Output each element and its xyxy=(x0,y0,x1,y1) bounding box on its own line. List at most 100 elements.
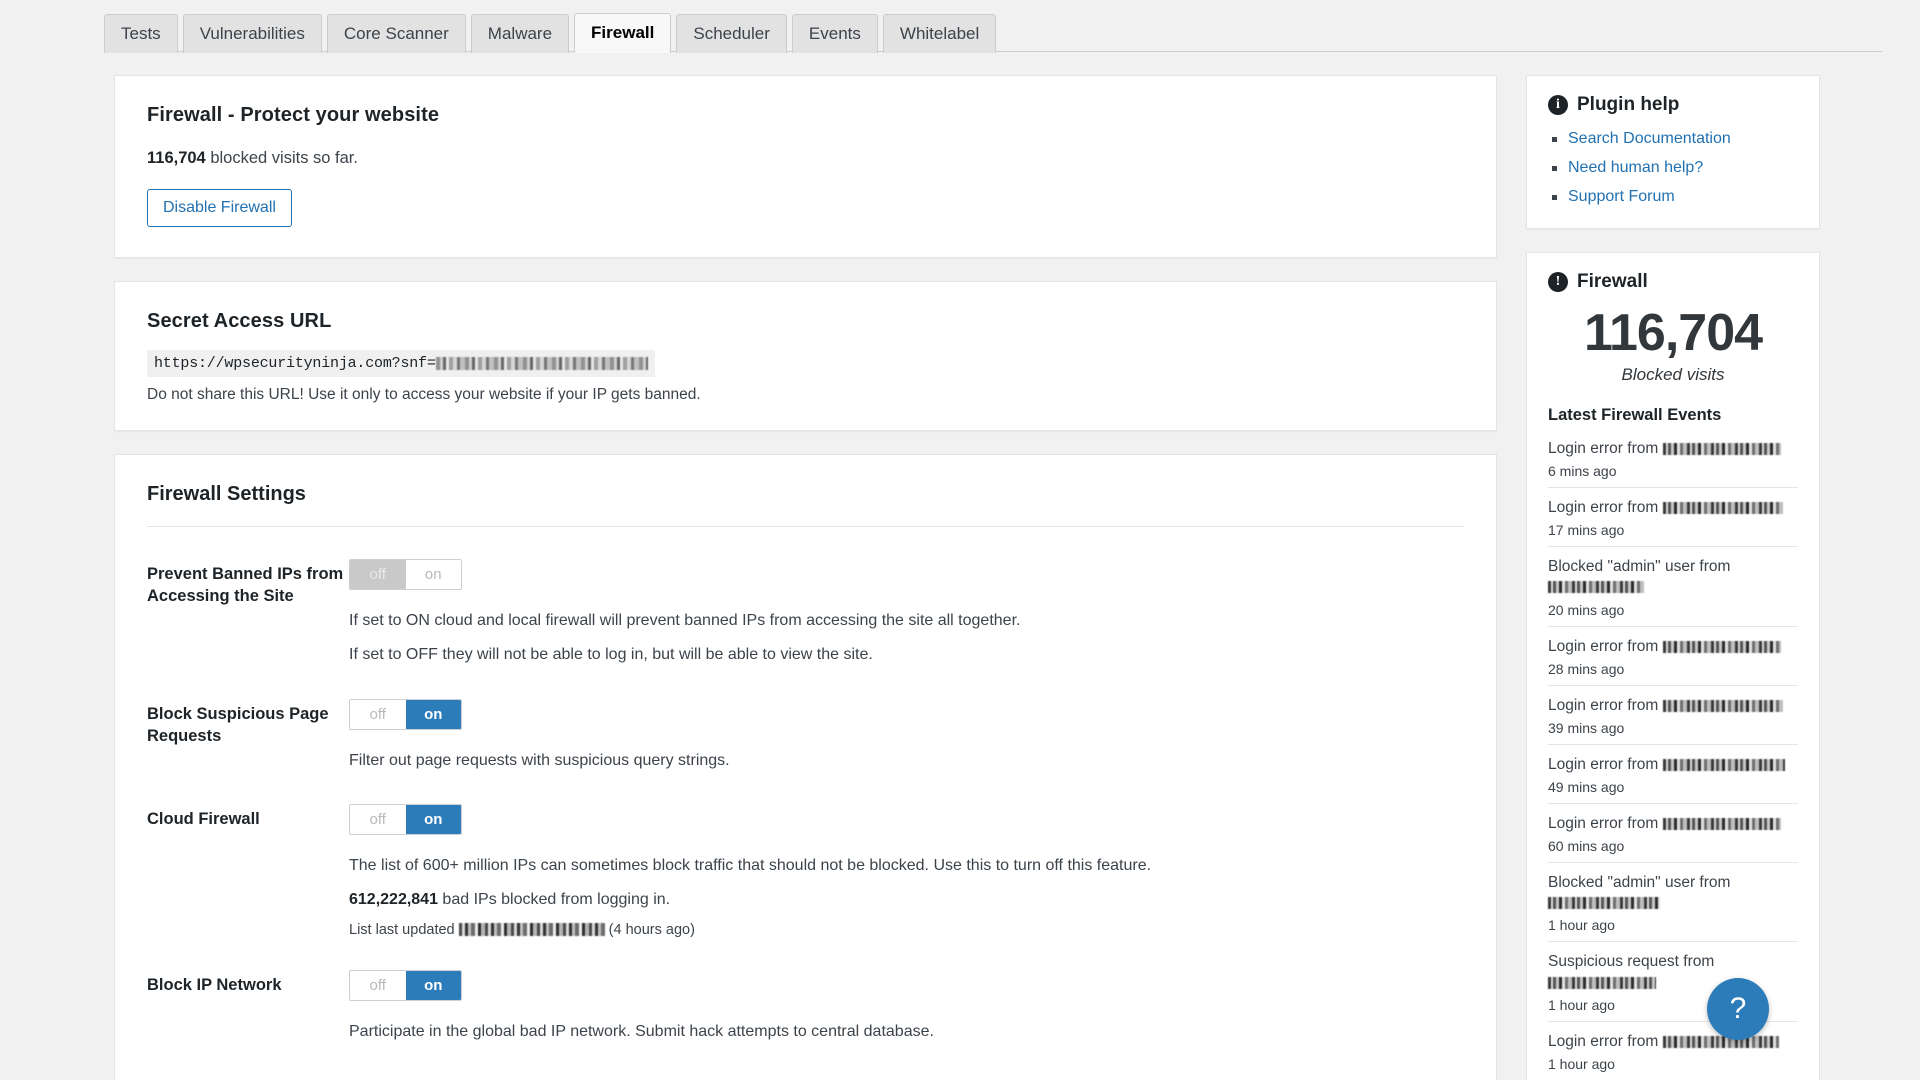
plugin-help-header: i Plugin help xyxy=(1548,94,1798,116)
plugin-help-links: Search Documentation Need human help? Supp… xyxy=(1548,130,1798,206)
bad-ip-count-line: 612,222,841 bad IPs blocked from logging… xyxy=(349,888,1464,911)
setting-description: Participate in the global bad IP network… xyxy=(349,1020,1464,1043)
plugin-help-panel: i Plugin help Search Documentation Need h… xyxy=(1526,75,1820,229)
setting-row: Cloud FirewalloffonThe list of 600+ mill… xyxy=(147,772,1464,938)
firewall-event-prefix: Login error from xyxy=(1548,697,1663,714)
toggle-on-side[interactable]: on xyxy=(406,560,462,589)
tab-whitelabel[interactable]: Whitelabel xyxy=(883,14,996,53)
list-last-updated-suffix: (4 hours ago) xyxy=(605,922,695,938)
setting-row: Prevent Banned IPs from Accessing the Si… xyxy=(147,527,1464,666)
secret-url-prefix: https://wpsecurityninja.com?snf= xyxy=(154,355,436,372)
setting-toggle[interactable]: offon xyxy=(349,970,462,1001)
list-last-updated-prefix: List last updated xyxy=(349,922,459,938)
plugin-help-link[interactable]: Search Documentation xyxy=(1568,130,1731,147)
firewall-event-item: Login error from 28 mins ago xyxy=(1548,627,1798,686)
setting-row-countries: Block visits from these countriesChoose … xyxy=(147,1043,1464,1080)
firewall-event-ip-redacted xyxy=(1663,641,1781,653)
firewall-settings-title: Firewall Settings xyxy=(147,483,1464,506)
firewall-settings-panel: Firewall Settings Prevent Banned IPs fro… xyxy=(114,454,1497,1080)
settings-rows: Prevent Banned IPs from Accessing the Si… xyxy=(147,527,1464,1080)
firewall-event-item: Login error from 49 mins ago xyxy=(1548,745,1798,804)
setting-row: Block Suspicious Page Requestsoffon Filte… xyxy=(147,667,1464,772)
setting-body: offon The list of 600+ million IPs can so… xyxy=(349,804,1464,938)
firewall-event-text: Login error from xyxy=(1548,637,1798,657)
plugin-help-title: Plugin help xyxy=(1577,94,1679,116)
secret-url-redacted xyxy=(436,357,648,370)
setting-description: Filter out page requests with suspicious… xyxy=(349,749,1464,772)
tab-firewall[interactable]: Firewall xyxy=(574,13,671,53)
plugin-help-link[interactable]: Support Forum xyxy=(1568,188,1675,205)
setting-toggle[interactable]: offon xyxy=(349,804,462,835)
page-title: Firewall - Protect your website xyxy=(147,104,1464,127)
secret-url-title: Secret Access URL xyxy=(147,310,1464,333)
firewall-event-prefix: Login error from xyxy=(1548,499,1663,516)
tab-tests[interactable]: Tests xyxy=(104,14,178,53)
firewall-event-item: Blocked "admin" user from 1 hour ago xyxy=(1548,863,1798,942)
firewall-event-ip-redacted xyxy=(1663,759,1785,771)
firewall-event-time: 17 mins ago xyxy=(1548,522,1798,538)
setting-toggle[interactable]: offon xyxy=(349,699,462,730)
sidebar-column: i Plugin help Search Documentation Need h… xyxy=(1526,75,1820,1080)
firewall-event-ip-redacted xyxy=(1548,897,1660,909)
firewall-event-prefix: Blocked "admin" user from xyxy=(1548,558,1730,575)
setting-label: Block IP Network xyxy=(147,970,349,996)
firewall-event-ip-redacted xyxy=(1663,502,1783,514)
firewall-event-text: Login error from xyxy=(1548,1032,1798,1052)
tab-core-scanner[interactable]: Core Scanner xyxy=(327,14,466,53)
help-fab-button[interactable]: ? xyxy=(1707,978,1769,1040)
toggle-off-side[interactable]: off xyxy=(350,560,406,589)
plugin-help-item: Support Forum xyxy=(1552,188,1798,206)
setting-body: offon Filter out page requests with suspi… xyxy=(349,699,1464,772)
firewall-event-item: Login error from 60 mins ago xyxy=(1548,804,1798,863)
firewall-event-text: Login error from xyxy=(1548,755,1798,775)
firewall-event-ip-redacted xyxy=(1663,818,1781,830)
tab-scheduler[interactable]: Scheduler xyxy=(676,14,787,53)
setting-label: Prevent Banned IPs from Accessing the Si… xyxy=(147,559,349,608)
setting-description: The list of 600+ million IPs can sometim… xyxy=(349,854,1464,877)
firewall-event-text: Login error from xyxy=(1548,814,1798,834)
secret-url-note: Do not share this URL! Use it only to ac… xyxy=(147,386,1464,404)
firewall-events-list: Login error from 6 mins agoLogin error f… xyxy=(1548,429,1798,1080)
firewall-protect-panel: Firewall - Protect your website 116,704 … xyxy=(114,75,1497,258)
firewall-event-prefix: Login error from xyxy=(1548,815,1663,832)
firewall-event-ip-redacted xyxy=(1548,977,1656,989)
plugin-help-link[interactable]: Need human help? xyxy=(1568,159,1703,176)
tab-malware[interactable]: Malware xyxy=(471,14,569,53)
firewall-event-prefix: Login error from xyxy=(1548,1033,1663,1050)
setting-body: offon If set to ON cloud and local firewa… xyxy=(349,559,1464,666)
toggle-off-side[interactable]: off xyxy=(350,971,406,1000)
setting-description: If set to OFF they will not be able to l… xyxy=(349,643,1464,666)
alert-icon: ! xyxy=(1548,272,1568,292)
firewall-event-time: 39 mins ago xyxy=(1548,720,1798,736)
list-last-updated: List last updated (4 hours ago) xyxy=(349,922,1464,938)
toggle-on-side[interactable]: on xyxy=(406,700,462,729)
firewall-event-time: 20 mins ago xyxy=(1548,602,1798,618)
firewall-event-item: Blocked "admin" user from 20 mins ago xyxy=(1548,547,1798,626)
firewall-event-ip-redacted xyxy=(1663,443,1781,455)
firewall-event-prefix: Login error from xyxy=(1548,756,1663,773)
toggle-off-side[interactable]: off xyxy=(350,700,406,729)
setting-label: Block Suspicious Page Requests xyxy=(147,699,349,748)
setting-toggle[interactable]: offon xyxy=(349,559,462,590)
tab-vulnerabilities[interactable]: Vulnerabilities xyxy=(183,14,322,53)
setting-row: Block IP Networkoffon Participate in the … xyxy=(147,938,1464,1043)
secret-url-value[interactable]: https://wpsecurityninja.com?snf= xyxy=(147,350,655,377)
setting-body: offon Participate in the global bad IP ne… xyxy=(349,970,1464,1043)
firewall-event-text: Blocked "admin" user from xyxy=(1548,873,1798,913)
firewall-event-time: 49 mins ago xyxy=(1548,779,1798,795)
toggle-on-side[interactable]: on xyxy=(406,971,462,1000)
toggle-off-side[interactable]: off xyxy=(350,805,406,834)
setting-description: If set to ON cloud and local firewall wi… xyxy=(349,609,1464,632)
bad-ip-count-suffix: bad IPs blocked from logging in. xyxy=(438,891,670,908)
disable-firewall-button[interactable]: Disable Firewall xyxy=(147,189,292,227)
firewall-event-item: Login error from 1 hour ago xyxy=(1548,1022,1798,1080)
firewall-event-item: Login error from 6 mins ago xyxy=(1548,429,1798,488)
firewall-event-ip-redacted xyxy=(1663,1036,1779,1048)
blocked-visits-caption: Blocked visits xyxy=(1548,365,1798,385)
firewall-event-time: 1 hour ago xyxy=(1548,1056,1798,1072)
tab-events[interactable]: Events xyxy=(792,14,878,53)
toggle-on-side[interactable]: on xyxy=(406,805,462,834)
firewall-event-time: 1 hour ago xyxy=(1548,917,1798,933)
firewall-event-prefix: Login error from xyxy=(1548,440,1663,457)
page-root: TestsVulnerabilitiesCore ScannerMalwareF… xyxy=(0,0,1920,1080)
